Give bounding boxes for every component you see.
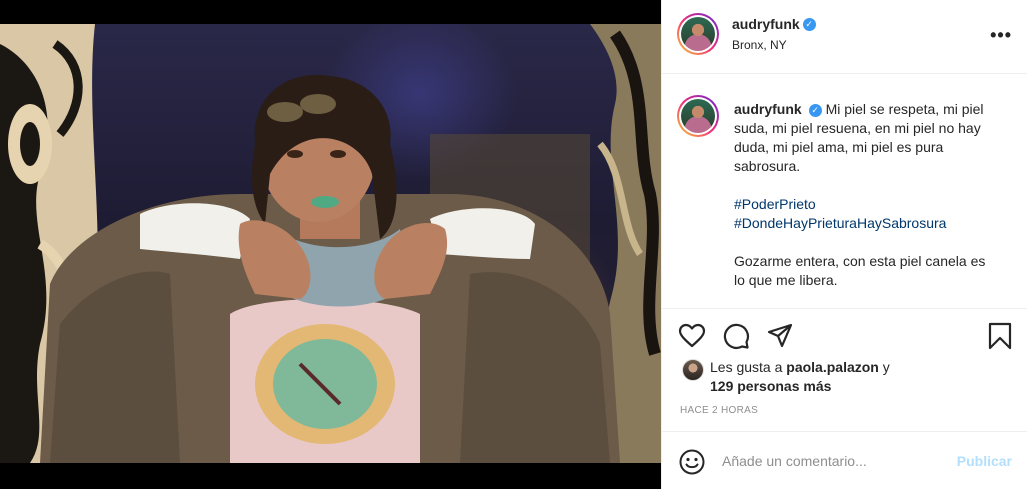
post-timestamp[interactable]: Hace 2 horas [680,405,758,416]
likes-summary: Les gusta a paola.palazon y 129 personas… [662,356,1027,400]
comment-input[interactable] [722,450,942,472]
author-avatar[interactable] [677,13,719,55]
emoji-icon[interactable] [678,448,706,476]
author-name-row: audryfunk ✓ [732,16,816,34]
photo-illustration [0,24,661,463]
caption-author-avatar[interactable] [677,95,719,137]
publish-button[interactable]: Publicar [957,453,1012,469]
liker-avatar[interactable] [682,359,704,381]
caption-username[interactable]: audryfunk [734,101,802,117]
comment-icon[interactable] [722,322,750,350]
author-username[interactable]: audryfunk [732,16,800,32]
hashtag-link[interactable]: #DondeHayPrieturaHaySabrosura [734,214,996,233]
bookmark-icon[interactable] [986,322,1014,350]
share-icon[interactable] [766,322,794,350]
hashtag-link[interactable]: #PoderPrieto [734,195,996,214]
post-details-panel: audryfunk ✓ Bronx, NY ••• audryfunk ✓ Mi p… [661,0,1027,489]
heart-icon[interactable] [678,322,706,350]
post-header: audryfunk ✓ Bronx, NY ••• [662,0,1027,74]
liker-username[interactable]: paola.palazon [786,359,879,375]
post-media[interactable] [0,0,661,489]
post-photo[interactable] [0,24,661,463]
post-location[interactable]: Bronx, NY [732,38,787,52]
caption-section: audryfunk ✓ Mi piel se respeta, mi piel s… [662,75,1027,309]
likes-count-link[interactable]: 129 personas más [710,378,831,394]
verified-badge-icon: ✓ [808,103,822,117]
caption-body-2: Gozarme entera, con esta piel canela es … [734,253,986,288]
more-options-icon[interactable]: ••• [990,26,1012,44]
verified-badge-icon: ✓ [802,18,816,32]
caption-text: audryfunk ✓ Mi piel se respeta, mi piel s… [734,100,996,309]
likes-text: Les gusta a paola.palazon y 129 personas… [710,359,890,394]
comment-bar: Publicar [662,431,1027,489]
action-bar [662,310,1027,360]
